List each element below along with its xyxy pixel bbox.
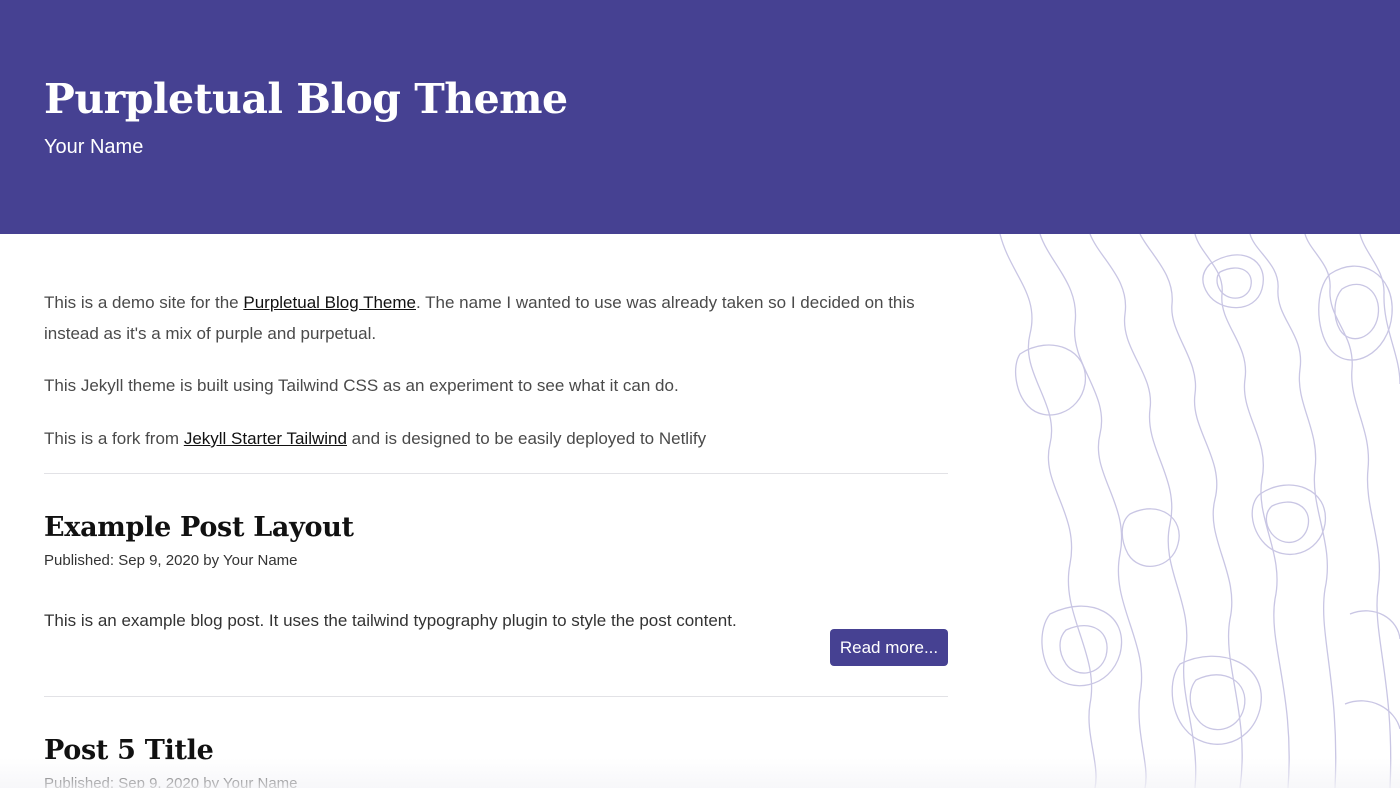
intro-paragraph-3: This is a fork from Jekyll Starter Tailw… xyxy=(44,423,948,454)
post-meta: Published: Sep 9, 2020 by Your Name xyxy=(44,775,298,788)
post-title[interactable]: Post 5 Title xyxy=(44,697,948,768)
intro-text: This is a demo site for the xyxy=(44,293,244,312)
site-header: Purpletual Blog Theme Your Name xyxy=(0,0,1400,234)
site-author: Your Name xyxy=(44,136,144,158)
intro-text: This is a fork from xyxy=(44,429,184,448)
post-meta: Published: Sep 9, 2020 by Your Name xyxy=(44,552,298,569)
post-item: Example Post Layout Published: Sep 9, 20… xyxy=(44,474,948,696)
read-more-button[interactable]: Read more... xyxy=(830,629,948,666)
purpletual-theme-link[interactable]: Purpletual Blog Theme xyxy=(243,293,416,312)
post-excerpt: This is an example blog post. It uses th… xyxy=(44,611,737,630)
site-title[interactable]: Purpletual Blog Theme xyxy=(44,74,1400,124)
intro-section: This is a demo site for the Purpletual B… xyxy=(44,234,948,454)
intro-paragraph-2: This Jekyll theme is built using Tailwin… xyxy=(44,376,679,395)
main-content: This is a demo site for the Purpletual B… xyxy=(0,234,992,788)
intro-paragraph-1: This is a demo site for the Purpletual B… xyxy=(44,234,948,349)
intro-text: and is designed to be easily deployed to… xyxy=(346,429,707,448)
jekyll-starter-tailwind-link[interactable]: Jekyll Starter Tailwind xyxy=(184,429,347,448)
post-item: Post 5 Title Published: Sep 9, 2020 by Y… xyxy=(44,697,948,788)
content-column: This is a demo site for the Purpletual B… xyxy=(44,234,948,788)
post-title[interactable]: Example Post Layout xyxy=(44,474,948,545)
